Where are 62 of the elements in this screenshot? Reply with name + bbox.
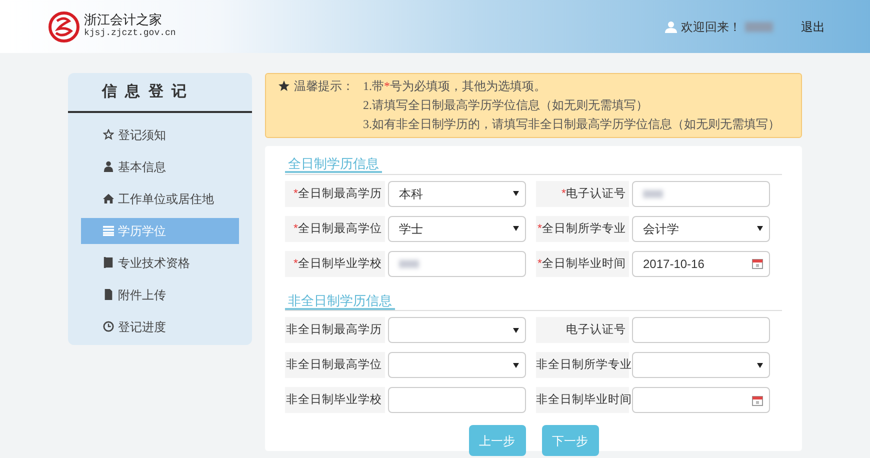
field-label: 非全日制毕业时间 <box>536 387 629 413</box>
caret-icon <box>513 226 519 231</box>
select-field[interactable]: 本科 <box>388 180 526 206</box>
select-field[interactable] <box>388 317 526 343</box>
notice-title: 温馨提示： <box>294 78 354 95</box>
home-icon <box>103 193 114 204</box>
caret-icon <box>757 362 763 368</box>
sidebar-item[interactable]: 基本信息 <box>81 154 239 180</box>
site-name: 浙江会计之家 <box>84 12 163 28</box>
caret-icon <box>757 226 763 231</box>
blurred-value <box>399 260 419 268</box>
sidebar-item[interactable]: 登记进度 <box>81 314 239 340</box>
field-label: 非全日制毕业学校 <box>285 387 385 413</box>
field-label: 非全日制最高学历 <box>285 317 385 343</box>
list-icon <box>103 225 114 236</box>
star-icon <box>103 129 114 140</box>
calendar-icon <box>752 258 763 269</box>
notice-line: 3.如有非全日制学历的，请填写非全日制最高学历学位信息（如无则无需填写） <box>363 116 780 133</box>
blurred-username <box>745 22 773 32</box>
sidebar-title: 信 息 登 记 <box>68 81 252 112</box>
site-url: kjsj.zjczt.gov.cn <box>84 27 176 40</box>
select-field[interactable]: 会计学 <box>632 216 770 242</box>
file-icon <box>103 289 114 300</box>
welcome-text: 欢迎回来！ <box>681 18 741 36</box>
select-field[interactable] <box>388 352 526 378</box>
notice-line: 1.带*号为必填项，其他为选填项。 <box>363 78 547 95</box>
field-label: *全日制毕业学校 <box>285 250 385 276</box>
notice-line: 2.请填写全日制最高学历学位信息（如无则无需填写） <box>363 97 649 114</box>
field-label: *电子认证号 <box>536 180 629 206</box>
select-field[interactable]: 学士 <box>388 216 526 242</box>
field-label: 电子认证号 <box>536 317 629 343</box>
input-field[interactable] <box>632 317 770 343</box>
field-label: *全日制所学专业 <box>536 216 629 242</box>
calendar-icon <box>752 394 763 406</box>
sidebar-item[interactable]: 附件上传 <box>81 282 239 308</box>
section-title: 全日制学历信息 <box>285 156 382 173</box>
field-label: 非全日制最高学位 <box>285 352 385 378</box>
caret-icon <box>513 362 519 368</box>
date-field[interactable]: 2017-10-16 <box>632 250 770 276</box>
blurred-value <box>643 190 663 198</box>
field-label: *全日制毕业时间 <box>536 250 629 276</box>
input-field[interactable] <box>632 180 770 206</box>
date-field[interactable] <box>632 387 770 413</box>
user-icon <box>665 20 677 32</box>
sidebar-item[interactable]: 工作单位或居住地 <box>81 186 239 212</box>
select-field[interactable] <box>632 352 770 378</box>
book-icon <box>103 257 114 268</box>
input-field[interactable] <box>388 387 526 413</box>
logo-icon <box>48 10 80 44</box>
field-label: *全日制最高学位 <box>285 216 385 242</box>
caret-icon <box>513 328 519 332</box>
sidebar-item[interactable]: 专业技术资格 <box>81 250 239 276</box>
input-field[interactable] <box>388 250 526 276</box>
field-label: 非全日制所学专业 <box>536 352 629 378</box>
person-icon <box>103 161 114 172</box>
field-label: *全日制最高学历 <box>285 180 385 206</box>
logout-link[interactable]: 退出 <box>801 18 825 36</box>
sidebar-item[interactable]: 登记须知 <box>81 122 239 148</box>
star-icon <box>278 80 290 92</box>
clock-icon <box>103 321 114 332</box>
caret-icon <box>513 191 519 196</box>
section-title: 非全日制学历信息 <box>285 292 395 310</box>
